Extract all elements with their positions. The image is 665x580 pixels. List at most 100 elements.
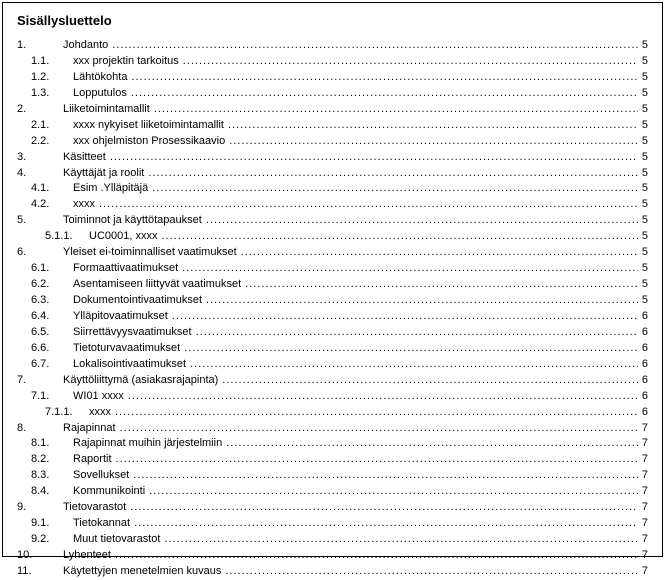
- toc-entry-page: 7: [640, 532, 648, 548]
- toc-entry-number: 7.1.: [31, 389, 73, 405]
- toc-leader-dots: [164, 532, 637, 548]
- toc-leader-dots: [131, 70, 637, 86]
- toc-entry-label: xxx projektin tarkoitus: [73, 54, 181, 70]
- toc-leader-dots: [190, 357, 638, 373]
- toc-entry-label: Formaattivaatimukset: [73, 261, 180, 277]
- toc-leader-dots: [115, 548, 638, 564]
- toc-entry-page: 5: [640, 70, 648, 86]
- toc-entry: 7.1.1.xxxx 6: [17, 405, 648, 421]
- toc-entry-label: Johdanto: [63, 38, 110, 54]
- toc-entry-label: Tietovarastot: [63, 500, 128, 516]
- toc-leader-dots: [130, 500, 638, 516]
- toc-entry-label: Muut tietovarastot: [73, 532, 162, 548]
- toc-entry: 4.2.xxxx5: [17, 197, 648, 213]
- toc-entry: 8.Rajapinnat7: [17, 421, 648, 437]
- toc-leader-dots: [222, 373, 638, 389]
- toc-entry: 2.Liiketoimintamallit5: [17, 102, 648, 118]
- toc-entry-number: 6.: [17, 245, 63, 261]
- toc-entry-label: xxxx: [89, 405, 113, 421]
- toc-entry-label: xxx ohjelmiston Prosessikaavio: [73, 134, 227, 150]
- toc-entry-page: 6: [640, 357, 648, 373]
- toc-entry-label: Liiketoimintamallit: [63, 102, 152, 118]
- toc-entry-number: 2.2.: [31, 134, 73, 150]
- toc-entry-number: 9.: [17, 500, 63, 516]
- toc-entry-number: 6.2.: [31, 277, 73, 293]
- toc-entry-number: 6.1.: [31, 261, 73, 277]
- toc-entry-page: 5: [640, 245, 648, 261]
- toc-list: 1.Johdanto51.1.xxx projektin tarkoitus51…: [17, 38, 648, 580]
- toc-entry-number: 1.3.: [31, 86, 73, 102]
- toc-entry-page: 5: [640, 102, 648, 118]
- toc-leader-dots: [110, 150, 638, 166]
- toc-entry-label: Käyttöliittymä (asiakasrajapinta): [63, 373, 220, 389]
- toc-entry: 6.6.Tietoturvavaatimukset6: [17, 341, 648, 357]
- toc-entry: 6.5.Siirrettävyysvaatimukset6: [17, 325, 648, 341]
- toc-entry-page: 5: [640, 229, 648, 245]
- toc-entry-page: 5: [640, 181, 648, 197]
- toc-entry-label: Esim .Ylläpitäjä: [73, 181, 150, 197]
- toc-leader-dots: [226, 436, 638, 452]
- toc-leader-dots: [112, 38, 638, 54]
- toc-entry: 2.2.xxx ohjelmiston Prosessikaavio5: [17, 134, 648, 150]
- toc-entry-label: WI01 xxxx: [73, 389, 126, 405]
- toc-entry-page: 5: [640, 166, 648, 182]
- toc-leader-dots: [183, 54, 638, 70]
- toc-leader-dots: [148, 166, 638, 182]
- toc-entry-number: 1.1.: [31, 54, 73, 70]
- toc-entry-page: 7: [640, 548, 648, 564]
- toc-entry-page: 7: [640, 436, 648, 452]
- toc-entry-label: Yleiset ei-toiminnalliset vaatimukset: [63, 245, 239, 261]
- toc-entry-page: 5: [640, 293, 648, 309]
- toc-entry-page: 5: [640, 197, 648, 213]
- toc-leader-dots: [149, 484, 638, 500]
- toc-leader-dots: [206, 293, 638, 309]
- toc-entry-number: 7.1.1.: [45, 405, 89, 421]
- toc-leader-dots: [131, 86, 638, 102]
- toc-leader-dots: [152, 181, 638, 197]
- toc-entry-number: 4.2.: [31, 197, 73, 213]
- toc-entry-label: Lokalisointivaatimukset: [73, 357, 188, 373]
- toc-entry-page: 6: [640, 341, 648, 357]
- toc-leader-dots: [128, 389, 638, 405]
- toc-entry-number: 11.: [17, 564, 63, 580]
- toc-entry: 1.Johdanto5: [17, 38, 648, 54]
- toc-entry: 5.1.1.UC0001, xxxx5: [17, 229, 648, 245]
- toc-entry-label: Siirrettävyysvaatimukset: [73, 325, 194, 341]
- toc-leader-dots: [172, 309, 638, 325]
- toc-entry: 5.Toiminnot ja käyttötapaukset5: [17, 213, 648, 229]
- toc-entry-number: 1.: [17, 38, 63, 54]
- toc-entry-label: Sovellukset: [73, 468, 131, 484]
- toc-leader-dots: [99, 197, 638, 213]
- toc-entry-page: 7: [640, 484, 648, 500]
- toc-entry-number: 8.1.: [31, 436, 73, 452]
- toc-leader-dots: [241, 245, 638, 261]
- toc-entry-number: 6.3.: [31, 293, 73, 309]
- toc-entry-page: 7: [640, 452, 648, 468]
- toc-entry-label: Käyttäjät ja roolit: [63, 166, 146, 182]
- toc-entry: 2.1.xxxx nykyiset liiketoimintamallit5: [17, 118, 648, 134]
- toc-entry-page: 5: [640, 150, 648, 166]
- toc-leader-dots: [133, 468, 638, 484]
- toc-title: Sisällysluettelo: [17, 13, 648, 28]
- toc-entry-page: 6: [640, 405, 648, 421]
- toc-entry-page: 5: [640, 277, 648, 293]
- toc-container: Sisällysluettelo 1.Johdanto51.1.xxx proj…: [2, 2, 663, 557]
- toc-leader-dots: [245, 277, 638, 293]
- toc-entry-page: 7: [640, 516, 648, 532]
- toc-leader-dots: [115, 405, 638, 421]
- toc-entry: 6.Yleiset ei-toiminnalliset vaatimukset 5: [17, 245, 648, 261]
- toc-entry-page: 5: [640, 54, 648, 70]
- toc-entry-number: 6.4.: [31, 309, 73, 325]
- toc-entry-number: 8.2.: [31, 452, 73, 468]
- toc-entry: 9.1.Tietokannat7: [17, 516, 648, 532]
- toc-entry-number: 5.1.1.: [45, 229, 89, 245]
- toc-entry-label: Asentamiseen liittyvät vaatimukset: [73, 277, 243, 293]
- toc-entry-label: Lopputulos: [73, 86, 129, 102]
- toc-entry: 8.3.Sovellukset7: [17, 468, 648, 484]
- toc-entry-label: Raportit: [73, 452, 114, 468]
- toc-entry-page: 7: [640, 564, 648, 580]
- toc-leader-dots: [228, 118, 638, 134]
- toc-entry-label: Rajapinnat muihin järjestelmiin: [73, 436, 224, 452]
- toc-entry-page: 6: [640, 389, 648, 405]
- toc-entry-number: 8.4.: [31, 484, 73, 500]
